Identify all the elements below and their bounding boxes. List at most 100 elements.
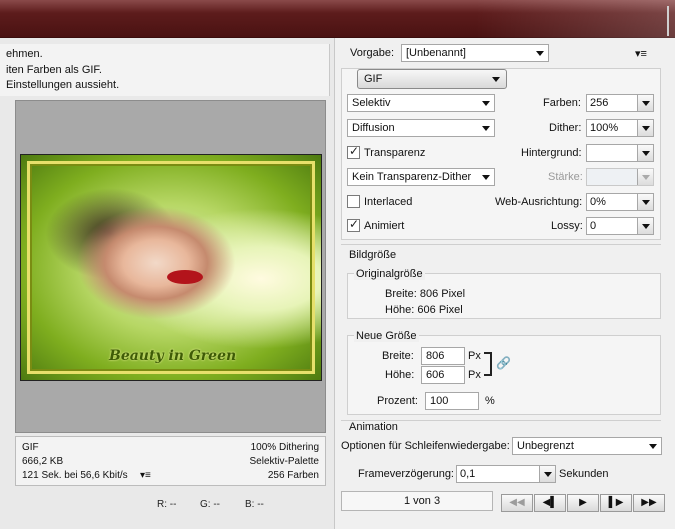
web-snap-value: 0% <box>590 196 606 208</box>
animated-checkbox[interactable] <box>347 217 360 232</box>
preset-value: [Unbenannt] <box>406 47 466 59</box>
loop-options-select[interactable]: Unbegrenzt <box>512 437 662 455</box>
amount-dropdown-button <box>637 169 653 185</box>
percent-unit: % <box>485 395 495 407</box>
first-frame-button[interactable]: ◀◀ <box>501 494 533 512</box>
frame-delay-field[interactable]: 0,1 <box>456 465 556 483</box>
format-select[interactable]: GIF <box>357 69 507 89</box>
preview-image[interactable]: Beauty in Green <box>20 154 322 381</box>
width-input[interactable]: 806 <box>421 347 465 365</box>
settings-panel: Vorgabe: [Unbenannt] ▾≡ GIF Selektiv Far… <box>334 38 675 529</box>
chevron-down-icon <box>642 151 650 156</box>
chevron-down-icon <box>536 51 544 56</box>
format-value: GIF <box>364 73 383 85</box>
transparency-label: Transparenz <box>364 147 426 159</box>
image-signature: Beauty in Green <box>109 348 237 364</box>
status-dither: 100% Dithering <box>250 442 319 453</box>
colors-value: 256 <box>590 97 609 109</box>
titlebar-shine <box>475 0 675 38</box>
chevron-down-icon <box>492 77 500 82</box>
height-unit: Px <box>468 369 481 381</box>
preset-label: Vorgabe: <box>350 47 395 59</box>
titlebar-edge <box>667 6 669 36</box>
matte-dropdown-button[interactable] <box>637 145 653 161</box>
previous-frame-button[interactable]: ◀▌ <box>534 494 566 512</box>
animated-label: Animiert <box>364 220 405 232</box>
last-frame-button[interactable]: ▶▶ <box>633 494 665 512</box>
interlaced-label: Interlaced <box>364 196 413 208</box>
dither-dropdown-button[interactable] <box>637 120 653 136</box>
frame-counter-box: 1 von 3 <box>341 491 493 511</box>
info-text-panel: ehmen. iten Farben als GIF. Einstellunge… <box>0 44 330 96</box>
frame-delay-dropdown-button[interactable] <box>539 466 555 482</box>
chevron-down-icon <box>642 200 650 205</box>
status-time: 121 Sek. bei 56,6 Kbit/s <box>22 470 128 481</box>
image-frame <box>27 161 315 374</box>
loop-options-value: Unbegrenzt <box>517 440 574 452</box>
lossy-dropdown-button[interactable] <box>637 218 653 234</box>
separator <box>341 244 661 245</box>
colors-label: Farben: <box>543 97 581 109</box>
lossy-value: 0 <box>590 220 597 232</box>
colors-field[interactable]: 256 <box>586 94 654 112</box>
width-label: Breite: <box>382 350 414 362</box>
readout-b: B: -- <box>245 499 264 510</box>
animation-title: Animation <box>349 421 398 433</box>
transparency-dither-value: Kein Transparenz-Dither <box>352 171 472 183</box>
chevron-down-icon <box>642 224 650 229</box>
percent-input[interactable]: 100 <box>425 392 479 410</box>
width-unit: Px <box>468 350 481 362</box>
info-line-3: Einstellungen aussieht. <box>6 79 120 91</box>
height-value: 606 <box>426 369 445 381</box>
dither-label: Dither: <box>549 122 582 134</box>
lossy-label: Lossy: <box>551 220 583 232</box>
loop-options-label: Optionen für Schleifenwiedergabe: <box>341 440 510 452</box>
dither-algorithm-select[interactable]: Diffusion <box>347 119 495 137</box>
color-reduction-value: Selektiv <box>352 97 391 109</box>
colors-dropdown-button[interactable] <box>637 95 653 111</box>
web-snap-dropdown-button[interactable] <box>637 194 653 210</box>
new-size-title: Neue Größe <box>354 330 419 342</box>
image-size-title: Bildgröße <box>349 249 397 261</box>
web-snap-field[interactable]: 0% <box>586 193 654 211</box>
chevron-down-icon <box>649 444 657 449</box>
next-frame-button[interactable]: ▌▶ <box>600 494 632 512</box>
interlaced-checkbox[interactable] <box>347 195 360 208</box>
chevron-down-icon <box>482 175 490 180</box>
preset-menu-icon[interactable]: ▾≡ <box>635 47 647 60</box>
chevron-down-icon <box>544 472 552 477</box>
status-size: 666,2 KB <box>22 456 64 467</box>
constrain-bracket <box>484 352 492 376</box>
color-reduction-select[interactable]: Selektiv <box>347 94 495 112</box>
transparency-checkbox[interactable] <box>347 144 360 159</box>
readout-r: R: -- <box>157 499 177 510</box>
matte-field[interactable] <box>586 144 654 162</box>
window-titlebar <box>0 0 675 38</box>
lossy-field[interactable]: 0 <box>586 217 654 235</box>
amount-label: Stärke: <box>548 171 583 183</box>
preset-select[interactable]: [Unbenannt] <box>401 44 549 62</box>
status-palette: Selektiv-Palette <box>249 456 319 467</box>
transparency-dither-select[interactable]: Kein Transparenz-Dither <box>347 168 495 186</box>
rgb-readout: R: -- G: -- B: -- <box>0 490 330 529</box>
status-menu-icon[interactable]: ▾≡ <box>140 470 151 481</box>
chevron-down-icon <box>482 101 490 106</box>
play-button[interactable]: ▶ <box>567 494 599 512</box>
height-input[interactable]: 606 <box>421 366 465 384</box>
image-detail <box>167 270 203 284</box>
percent-label: Prozent: <box>377 395 418 407</box>
readout-g: G: -- <box>200 499 220 510</box>
frame-counter: 1 von 3 <box>404 495 441 507</box>
height-label: Höhe: <box>385 369 415 381</box>
info-line-1: ehmen. <box>6 48 43 60</box>
percent-value: 100 <box>430 395 449 407</box>
original-size-title: Originalgröße <box>354 268 425 280</box>
dither-field[interactable]: 100% <box>586 119 654 137</box>
info-line-2: iten Farben als GIF. <box>6 64 102 76</box>
chevron-down-icon <box>642 101 650 106</box>
chain-link-icon[interactable]: 🔗 <box>496 356 511 370</box>
original-width: Breite: 806 Pixel <box>385 288 466 300</box>
status-colors: 256 Farben <box>267 470 319 481</box>
frame-delay-label: Frameverzögerung: <box>358 468 454 480</box>
amount-field <box>586 168 654 186</box>
